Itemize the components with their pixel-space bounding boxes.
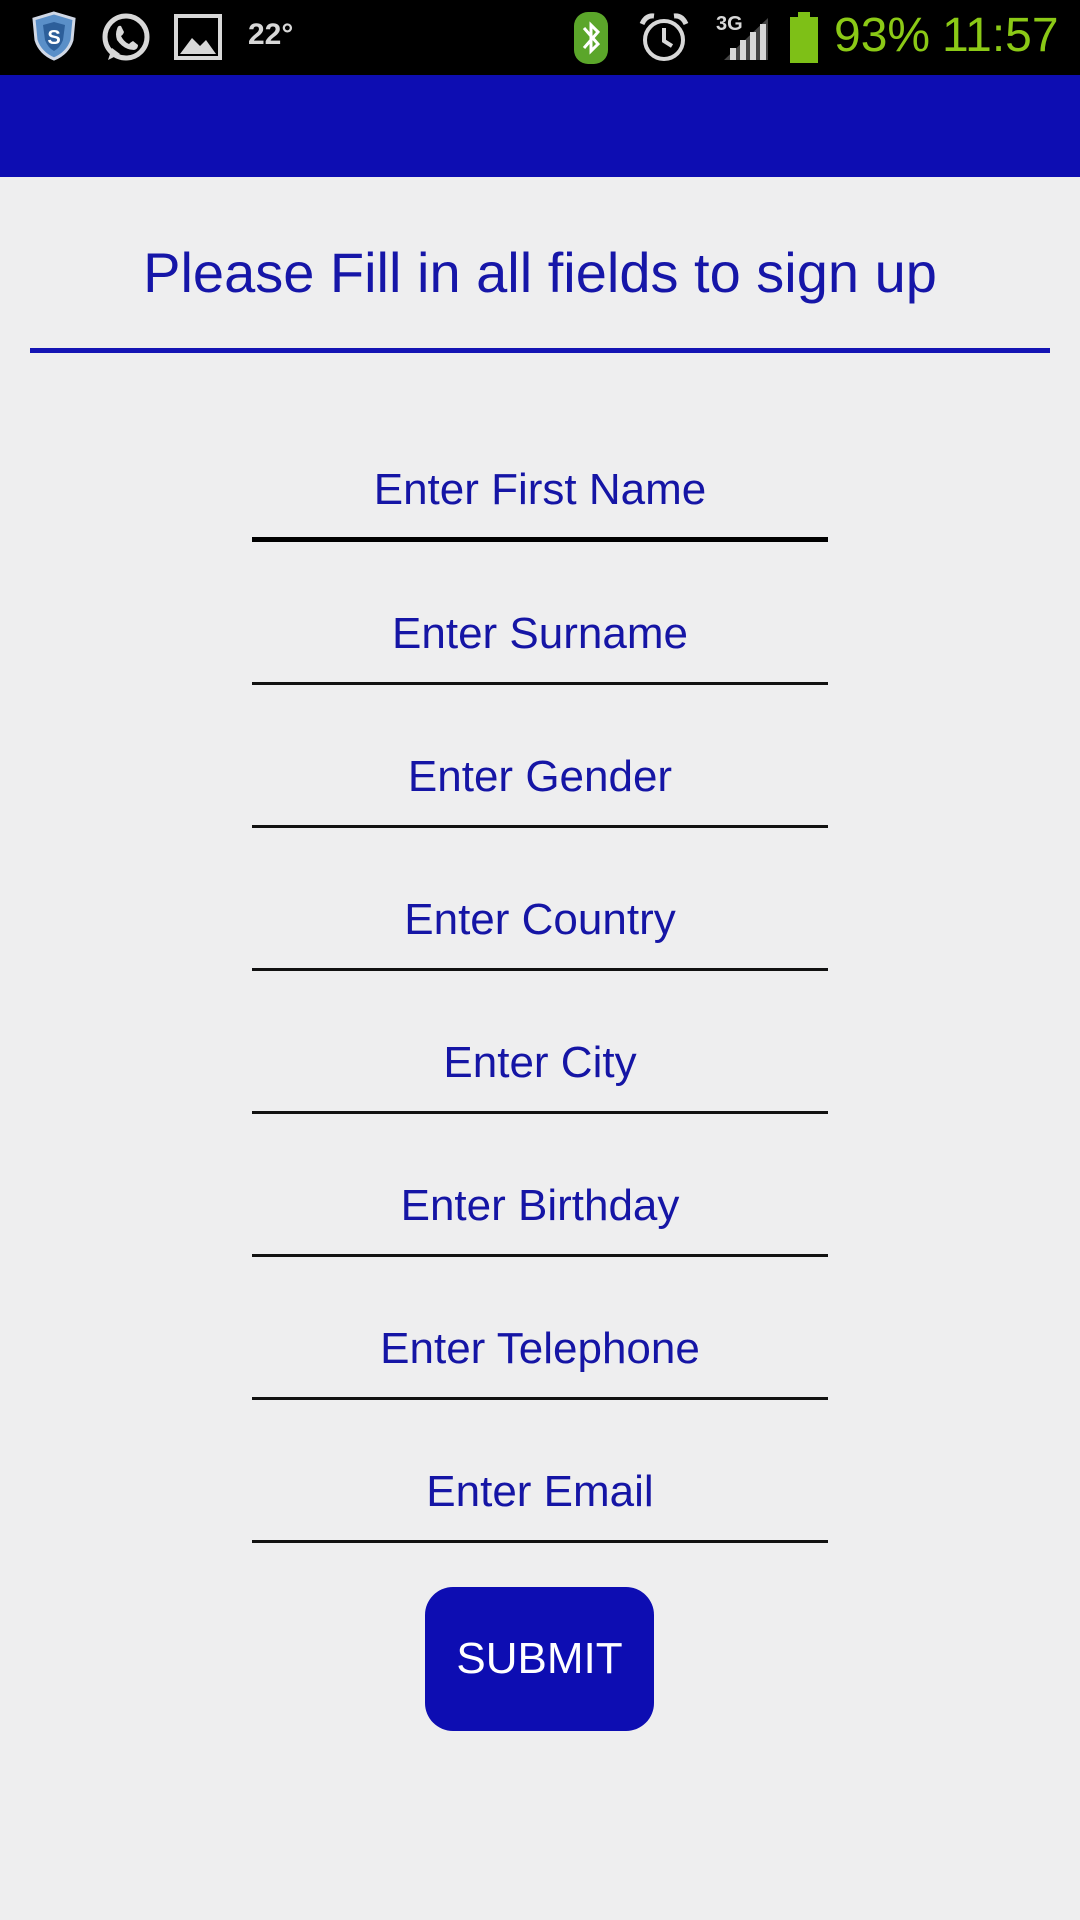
battery-percent-text: 93% — [834, 9, 931, 62]
title-divider — [30, 348, 1050, 353]
alarm-icon — [636, 10, 692, 71]
temperature-text: 22° — [248, 18, 294, 51]
birthday-input[interactable] — [252, 1157, 828, 1257]
email-field[interactable] — [252, 1443, 828, 1543]
shield-icon: S — [28, 10, 80, 67]
first-name-input[interactable] — [252, 442, 828, 542]
country-input[interactable] — [252, 871, 828, 971]
signal-icon: 3G — [716, 10, 774, 71]
city-field[interactable] — [252, 1014, 828, 1114]
email-input[interactable] — [252, 1443, 828, 1543]
svg-text:S: S — [47, 27, 60, 49]
telephone-field[interactable] — [252, 1300, 828, 1400]
first-name-field[interactable] — [252, 442, 828, 542]
telephone-input[interactable] — [252, 1300, 828, 1400]
city-input[interactable] — [252, 1014, 828, 1114]
submit-button[interactable]: SUBMIT — [425, 1587, 654, 1731]
birthday-field[interactable] — [252, 1157, 828, 1257]
surname-field[interactable] — [252, 585, 828, 685]
page-title: Please Fill in all fields to sign up — [143, 241, 937, 304]
status-bar: S 22° 3G 93% 11:57 — [0, 0, 1080, 75]
gender-field[interactable] — [252, 728, 828, 828]
whatsapp-icon — [98, 10, 154, 71]
country-field[interactable] — [252, 871, 828, 971]
gallery-icon — [172, 10, 226, 69]
gender-input[interactable] — [252, 728, 828, 828]
surname-input[interactable] — [252, 585, 828, 685]
clock-text: 11:57 — [942, 9, 1059, 62]
network-type-text: 3G — [716, 13, 743, 35]
bluetooth-icon — [570, 10, 612, 71]
action-bar — [0, 75, 1080, 177]
battery-icon — [788, 10, 820, 71]
